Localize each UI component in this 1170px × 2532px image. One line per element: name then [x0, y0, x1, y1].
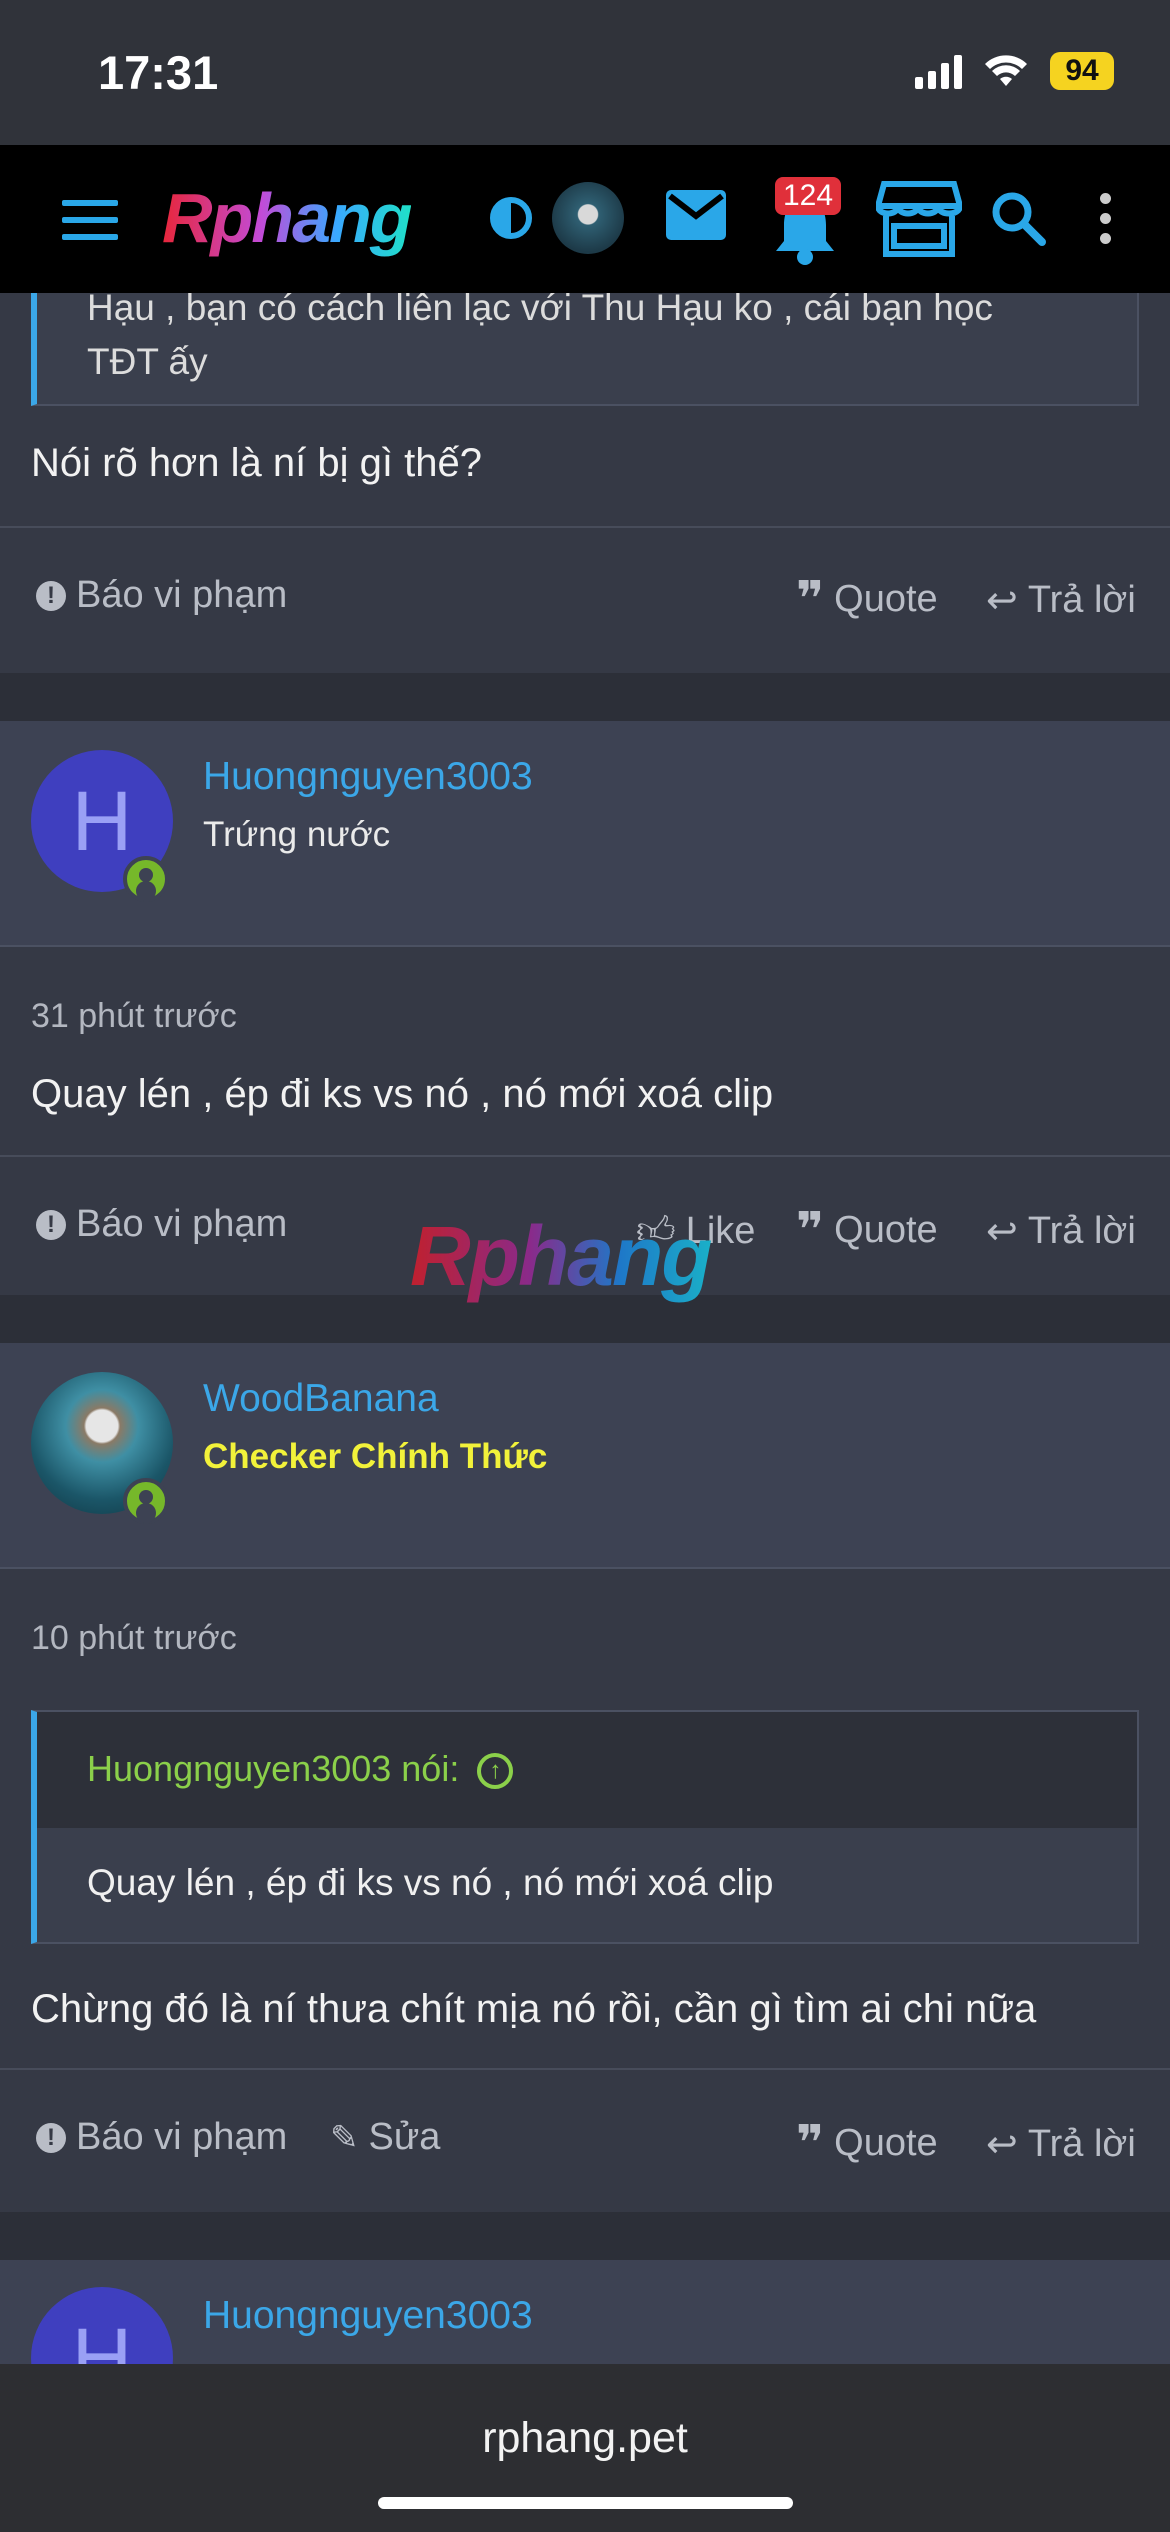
username-link[interactable]: WoodBanana [203, 1377, 439, 1421]
theme-toggle-icon[interactable] [490, 197, 532, 239]
post-header: WoodBanana Checker Chính Thức [0, 1343, 1170, 1569]
reply-label: Trả lời [1027, 2123, 1136, 2165]
quote-icon: ❞ [796, 1203, 825, 1257]
watermark-logo: Rphang [410, 1209, 713, 1303]
quote-button[interactable]: ❞ Quote [796, 1203, 938, 1257]
quote-label: Quote [834, 2122, 938, 2164]
jump-to-quote-icon[interactable]: ↑ [477, 1753, 514, 1790]
quote-label: Quote [834, 1209, 938, 1251]
quote-icon: ❞ [796, 2116, 825, 2170]
report-button[interactable]: ! Báo vi phạm [36, 2116, 287, 2159]
online-status-icon [123, 856, 169, 902]
quote-block: Huongnguyen3003 nói: ↑ Quay lén , ép đi … [31, 1710, 1139, 1944]
quote-line: TĐT ấy [87, 341, 208, 382]
status-time: 17:31 [98, 46, 219, 99]
quote-label: Quote [834, 578, 938, 620]
report-icon: ! [36, 1209, 66, 1240]
report-button[interactable]: ! Báo vi phạm [36, 574, 287, 617]
report-button[interactable]: ! Báo vi phạm [36, 1203, 287, 1246]
more-options-icon[interactable] [1100, 193, 1114, 247]
post-message: Chừng đó là ní thưa chít mịa nó rồi, cần… [31, 1987, 1037, 2031]
report-label: Báo vi phạm [76, 1203, 288, 1245]
post-actions: ! Báo vi phạm ✎ Sửa ❞ Quote ↩ Trả lời [0, 2068, 1170, 2212]
edit-button[interactable]: ✎ Sửa [330, 2116, 440, 2159]
browser-address-bar: rphang.pet [0, 2364, 1170, 2532]
quote-header[interactable]: Huongnguyen3003 nói: ↑ [37, 1712, 1137, 1828]
user-title: Trứng nước [203, 815, 391, 854]
menu-icon[interactable] [62, 200, 118, 240]
quote-text: Quay lén , ép đi ks vs nó , nó mới xoá c… [87, 1862, 774, 1903]
reply-icon: ↩ [986, 580, 1018, 622]
mail-icon[interactable] [666, 190, 726, 240]
username-link[interactable]: Huongnguyen3003 [203, 755, 533, 799]
notification-count-badge: 124 [775, 177, 842, 215]
post-message: Quay lén , ép đi ks vs nó , nó mới xoá c… [31, 1072, 774, 1116]
online-status-icon [123, 1478, 169, 1524]
battery-indicator: 94 [1050, 52, 1114, 90]
post-actions: ! Báo vi phạm ❞ Quote ↩ Trả lời [0, 526, 1170, 673]
wifi-icon [985, 55, 1027, 86]
edit-label: Sửa [368, 2116, 441, 2158]
post-timestamp[interactable]: 10 phút trước [31, 1619, 237, 1658]
report-label: Báo vi phạm [76, 2116, 288, 2158]
store-icon[interactable] [876, 180, 962, 258]
status-icons: 94 [915, 52, 1114, 90]
post-message: Nói rõ hơn là ní bị gì thế? [31, 441, 482, 485]
cellular-signal-icon [915, 53, 962, 89]
post-timestamp[interactable]: 31 phút trước [31, 997, 237, 1036]
report-icon: ! [36, 580, 66, 611]
pencil-icon: ✎ [330, 2118, 359, 2157]
user-title: Checker Chính Thức [203, 1437, 548, 1476]
reply-button[interactable]: ↩ Trả lời [986, 1209, 1136, 1254]
account-avatar[interactable] [552, 182, 624, 254]
report-label: Báo vi phạm [76, 574, 288, 616]
quote-icon: ❞ [796, 572, 825, 626]
home-indicator[interactable] [378, 2497, 793, 2509]
reply-icon: ↩ [986, 1211, 1018, 1253]
reply-icon: ↩ [986, 2124, 1018, 2166]
post: Hạu , bạn có cách liên lạc với Thu Hạu k… [0, 273, 1170, 673]
username-link[interactable]: Huongnguyen3003 [203, 2294, 533, 2338]
url-text[interactable]: rphang.pet [0, 2414, 1170, 2463]
reply-button[interactable]: ↩ Trả lời [986, 2122, 1136, 2167]
post-separator [0, 673, 1170, 721]
reply-label: Trả lời [1027, 1210, 1136, 1252]
post-header: H Huongnguyen3003 Trứng nước [0, 721, 1170, 947]
site-logo[interactable]: Rphang [162, 178, 413, 258]
thread-content: Hạu , bạn có cách liên lạc với Thu Hạu k… [0, 273, 1170, 2532]
post: WoodBanana Checker Chính Thức 10 phút tr… [0, 1343, 1170, 2212]
search-icon[interactable] [990, 190, 1046, 246]
reply-button[interactable]: ↩ Trả lời [986, 578, 1136, 623]
notifications-button[interactable]: 124 [770, 177, 842, 265]
report-icon: ! [36, 2122, 66, 2153]
status-bar: 17:31 94 [0, 0, 1170, 145]
top-nav-bar: Rphang 124 [0, 145, 1170, 293]
quote-button[interactable]: ❞ Quote [796, 572, 938, 626]
quote-button[interactable]: ❞ Quote [796, 2116, 938, 2170]
quote-author: Huongnguyen3003 nói: [87, 1748, 460, 1789]
post-separator [0, 2212, 1170, 2260]
reply-label: Trả lời [1027, 579, 1136, 621]
